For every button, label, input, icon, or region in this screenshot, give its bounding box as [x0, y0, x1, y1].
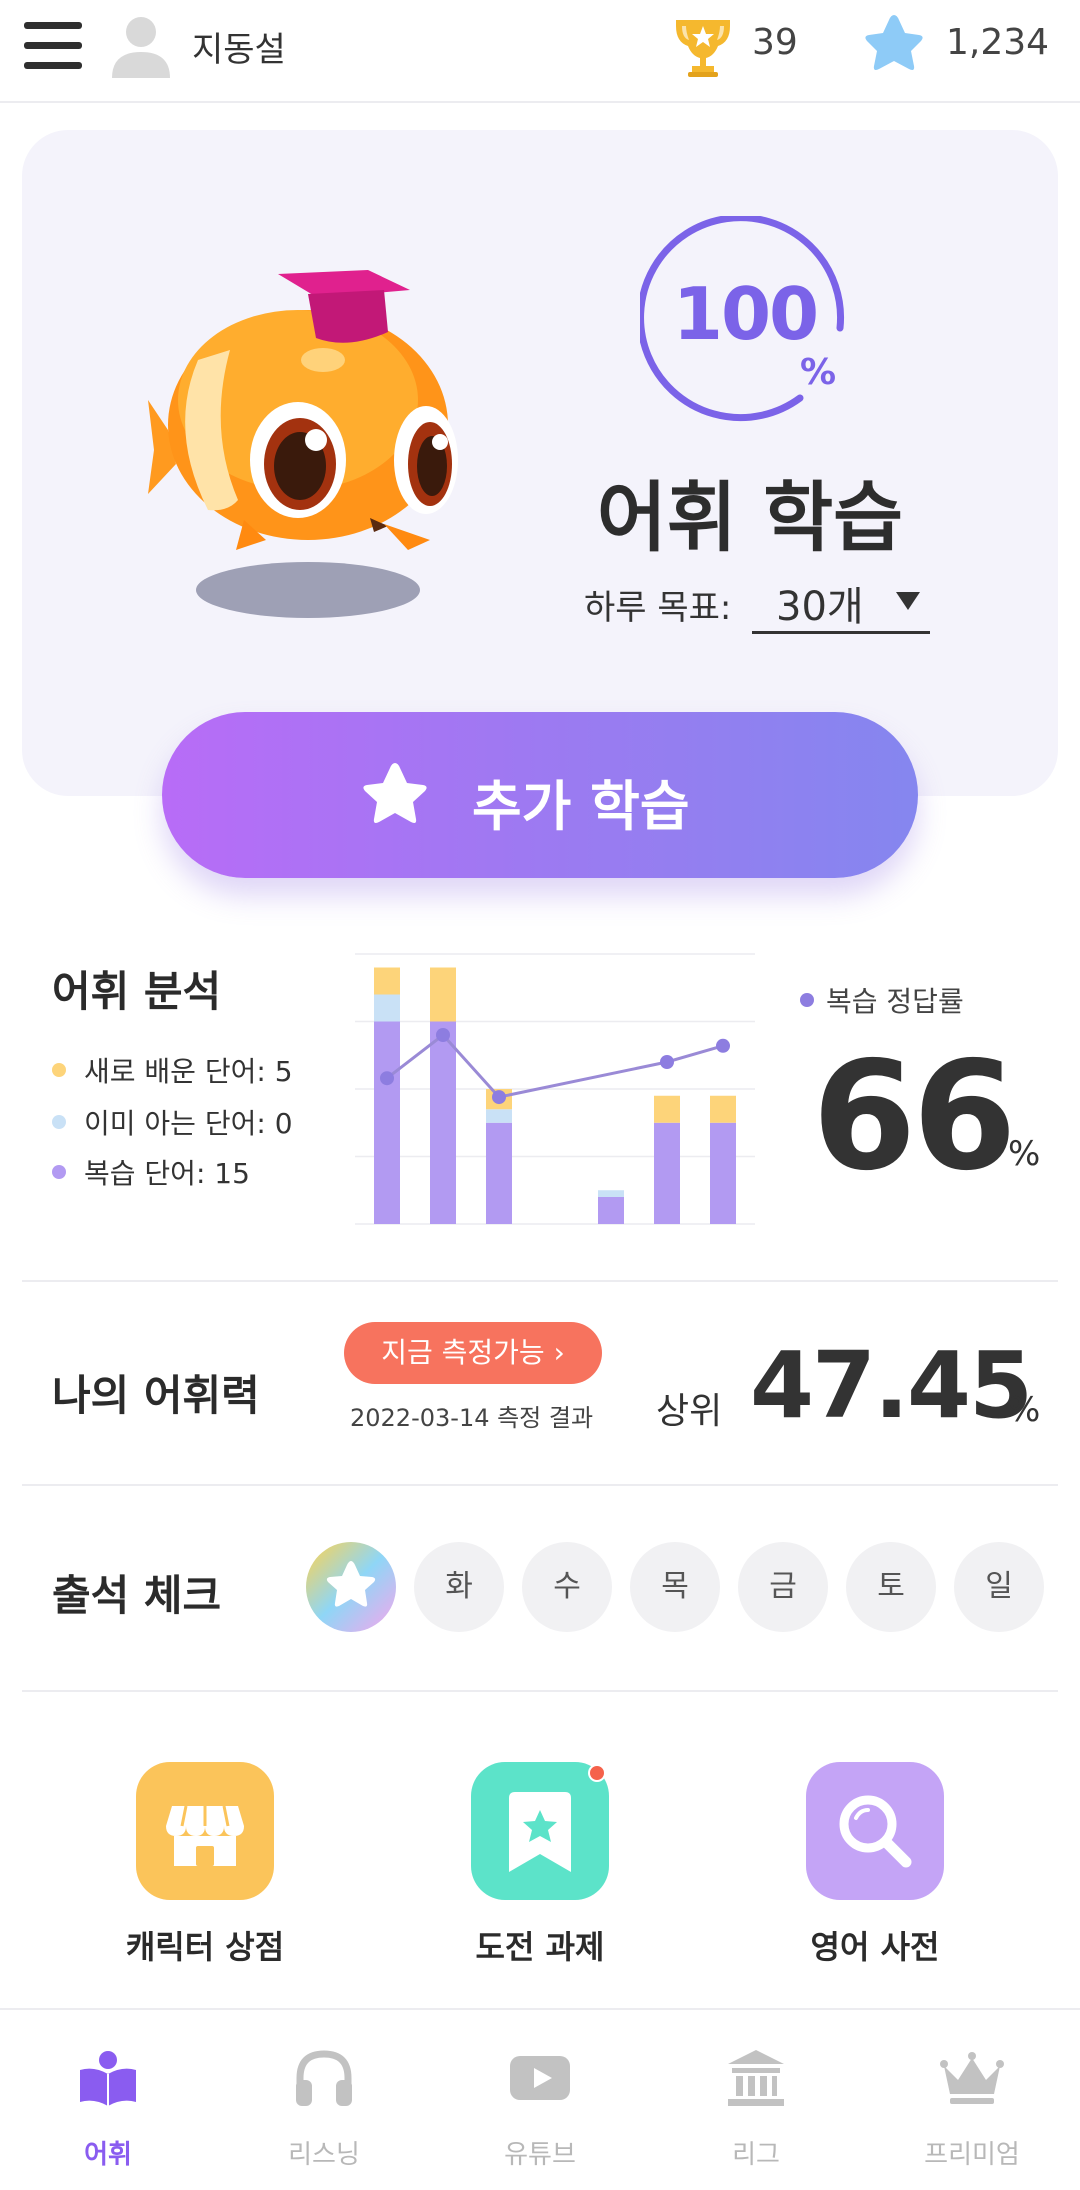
legend-new-words: 새로 배운 단어: 5: [52, 1050, 352, 1090]
rank-unit: %: [1008, 1390, 1041, 1430]
nav-item-league[interactable]: 리그: [648, 2010, 864, 2190]
character-shop-button[interactable]: [136, 1762, 274, 1900]
chart-bar-segment: [710, 1095, 736, 1123]
legend-review-words: 복습 단어: 15: [52, 1152, 352, 1192]
accuracy-legend: 복습 정답률: [800, 980, 964, 1020]
nav-item-vocab[interactable]: 어휘: [0, 2010, 216, 2190]
book-icon: [80, 2051, 136, 2106]
english-dictionary-button[interactable]: [806, 1762, 944, 1900]
daily-goal-select[interactable]: 30개: [752, 566, 930, 634]
shortcut-label: 도전 과제: [475, 1928, 605, 1966]
star-icon: [326, 1561, 376, 1607]
measure-date: 2022-03-14 측정 결과: [350, 1404, 594, 1432]
bottom-nav: 어휘 리스닝 유튜브 리그 프리미엄: [0, 2008, 1080, 2190]
nav-item-youtube[interactable]: 유튜브: [432, 2010, 648, 2190]
chart-accuracy-point: [492, 1090, 506, 1105]
username[interactable]: 지동설: [192, 22, 286, 71]
chart-accuracy-point: [660, 1055, 674, 1069]
measure-now-label: 지금 측정가능: [381, 1336, 545, 1369]
trophy-icon: [676, 20, 730, 77]
chart-bar-segment: [430, 967, 456, 1022]
bookmark-star-icon: [509, 1792, 571, 1872]
divider: [22, 1484, 1058, 1486]
chart-bar-segment: [598, 1190, 624, 1197]
attendance-day[interactable]: 목: [630, 1542, 720, 1632]
chart-accuracy-point: [380, 1071, 394, 1086]
trophy-count: 39: [752, 22, 798, 63]
caret-down-icon: [896, 592, 920, 610]
legend-label: 이미 아는 단어: 0: [84, 1107, 293, 1140]
daily-goal-label: 하루 목표:: [584, 588, 732, 628]
chart-accuracy-point: [716, 1038, 730, 1053]
star-count: 1,234: [946, 22, 1050, 63]
nav-label: 유튜브: [504, 2140, 576, 2170]
fish-mascot-icon: [148, 270, 458, 618]
measure-now-button[interactable]: 지금 측정가능 ›: [344, 1322, 602, 1384]
chart-bar-segment: [654, 1122, 680, 1224]
legend-dot: [52, 1063, 66, 1077]
attendance-title: 출석 체크: [52, 1571, 222, 1620]
progress-unit: %: [800, 352, 837, 393]
attendance-day[interactable]: 수: [522, 1542, 612, 1632]
rank-value: 47.45: [750, 1332, 1033, 1439]
legend-dot: [800, 993, 814, 1007]
divider: [22, 1280, 1058, 1282]
attendance-day[interactable]: 화: [414, 1542, 504, 1632]
top-bar: 지동설 39 1,234: [0, 0, 1080, 103]
nav-label: 리그: [732, 2140, 780, 2170]
legend-dot: [52, 1165, 66, 1179]
shortcut-label: 캐릭터 상점: [125, 1928, 285, 1966]
legend-known-words: 이미 아는 단어: 0: [52, 1102, 352, 1142]
chart-accuracy-point: [436, 1028, 450, 1042]
user-avatar-icon[interactable]: [110, 12, 172, 78]
chart-bar-segment: [430, 1021, 456, 1224]
building-icon: [728, 2050, 784, 2106]
analysis-title: 어휘 분석: [52, 967, 222, 1016]
extra-study-button[interactable]: 추가 학습: [162, 712, 918, 878]
notification-dot: [588, 1764, 606, 1782]
chart-bar-segment: [486, 1109, 512, 1123]
crown-icon: [940, 2052, 1004, 2104]
challenge-button[interactable]: [471, 1762, 609, 1900]
chart-bar-segment: [654, 1095, 680, 1123]
attendance-day[interactable]: 금: [738, 1542, 828, 1632]
page-title: 어휘 학습: [596, 473, 904, 562]
nav-item-listening[interactable]: 리스닝: [216, 2010, 432, 2190]
chevron-right-icon: ›: [553, 1336, 565, 1369]
magnifier-icon: [839, 1795, 912, 1868]
legend-label: 새로 배운 단어: 5: [84, 1055, 293, 1088]
chart-bar-segment: [710, 1122, 736, 1224]
nav-label: 리스닝: [288, 2140, 360, 2170]
attendance-day[interactable]: 일: [954, 1542, 1044, 1632]
accuracy-label: 복습 정답률: [826, 985, 964, 1018]
chart-bar-segment: [374, 967, 400, 995]
chart-bar-segment: [374, 994, 400, 1022]
menu-icon[interactable]: [24, 22, 82, 70]
vocab-analysis-chart: [355, 953, 755, 1225]
accuracy-value: 66: [812, 1030, 1017, 1204]
shop-icon: [166, 1805, 244, 1866]
divider: [22, 1690, 1058, 1692]
progress-value: 100: [672, 272, 819, 356]
chart-bar-segment: [374, 1021, 400, 1224]
chart-bar-segment: [598, 1197, 624, 1224]
shortcut-label: 영어 사전: [810, 1928, 940, 1966]
chart-bar-segment: [486, 1122, 512, 1224]
legend-label: 복습 단어: 15: [84, 1157, 250, 1190]
daily-goal-value: 30개: [776, 584, 864, 630]
nav-label: 어휘: [84, 2140, 132, 2170]
star-icon: [363, 763, 427, 823]
headphones-icon: [296, 2050, 352, 2106]
attendance-day[interactable]: 토: [846, 1542, 936, 1632]
nav-item-premium[interactable]: 프리미엄: [864, 2010, 1080, 2190]
attendance-day-today[interactable]: [306, 1542, 396, 1632]
legend-dot: [52, 1115, 66, 1129]
play-icon: [510, 2056, 570, 2100]
nav-label: 프리미엄: [924, 2140, 1020, 2170]
accuracy-unit: %: [1008, 1134, 1041, 1174]
vocab-power-title: 나의 어휘력: [52, 1371, 260, 1420]
extra-study-label: 추가 학습: [472, 775, 690, 838]
star-icon: [865, 15, 923, 70]
rank-label: 상위: [656, 1391, 723, 1432]
